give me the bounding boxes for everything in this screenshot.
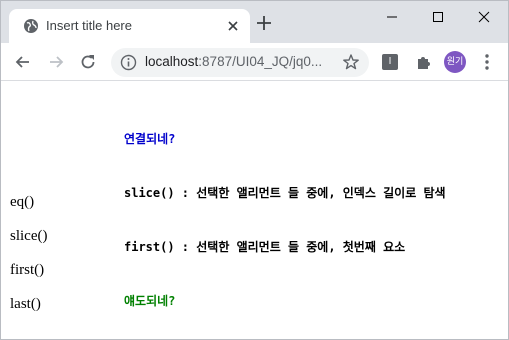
list-item: last() bbox=[10, 296, 41, 312]
output-line: slice() : 선택한 앨리먼트 들 중에, 인덱스 길이로 탐색 bbox=[124, 186, 446, 200]
url-host: localhost bbox=[145, 54, 199, 69]
output-line: first() : 선택한 앨리먼트 들 중에, 첫번째 요소 bbox=[124, 240, 406, 254]
minimize-icon[interactable] bbox=[369, 5, 415, 29]
list-item: slice() bbox=[10, 228, 48, 244]
address-bar[interactable]: localhost:8787/UI04_JQ/jq0... bbox=[111, 48, 369, 77]
close-icon[interactable] bbox=[225, 18, 241, 34]
console-output: 연결되네? slice() : 선택한 앨리먼트 들 중에, 인덱스 길이로 탐… bbox=[124, 94, 446, 339]
item-list: eq() slice() first() last() bbox=[10, 194, 47, 330]
back-arrow-icon[interactable] bbox=[13, 52, 33, 72]
tab-title: Insert title here bbox=[46, 18, 132, 33]
list-item: eq() bbox=[10, 194, 35, 210]
forward-arrow-icon[interactable] bbox=[46, 52, 66, 72]
title-bar: Insert title here bbox=[1, 1, 508, 43]
url-path: :8787/UI04_JQ/jq0... bbox=[198, 54, 323, 69]
page-content: 연결되네? slice() : 선택한 앨리먼트 들 중에, 인덱스 길이로 탐… bbox=[1, 82, 508, 339]
globe-icon bbox=[24, 19, 38, 33]
window-close-icon[interactable] bbox=[461, 5, 507, 29]
output-line: 얘도되네? bbox=[124, 294, 176, 308]
output-line: 연결되네? bbox=[124, 132, 176, 146]
bookmark-star-icon[interactable] bbox=[342, 53, 360, 71]
extensions-puzzle-icon[interactable] bbox=[414, 52, 434, 72]
maximize-icon[interactable] bbox=[415, 5, 461, 29]
browser-window: Insert title here localhost:8787/UI04_JQ… bbox=[0, 0, 509, 340]
profile-avatar[interactable]: 원기 bbox=[444, 51, 466, 73]
site-info-icon[interactable] bbox=[120, 54, 137, 71]
browser-tab[interactable]: Insert title here bbox=[9, 9, 250, 43]
extension-icon[interactable]: I bbox=[382, 54, 398, 70]
reload-icon[interactable] bbox=[78, 52, 98, 72]
browser-toolbar: localhost:8787/UI04_JQ/jq0... I 원기 bbox=[1, 43, 508, 81]
list-item: first() bbox=[10, 262, 45, 278]
more-menu-icon[interactable] bbox=[477, 52, 497, 72]
new-tab-icon[interactable] bbox=[255, 14, 273, 32]
url-text[interactable]: localhost:8787/UI04_JQ/jq0... bbox=[145, 54, 322, 69]
